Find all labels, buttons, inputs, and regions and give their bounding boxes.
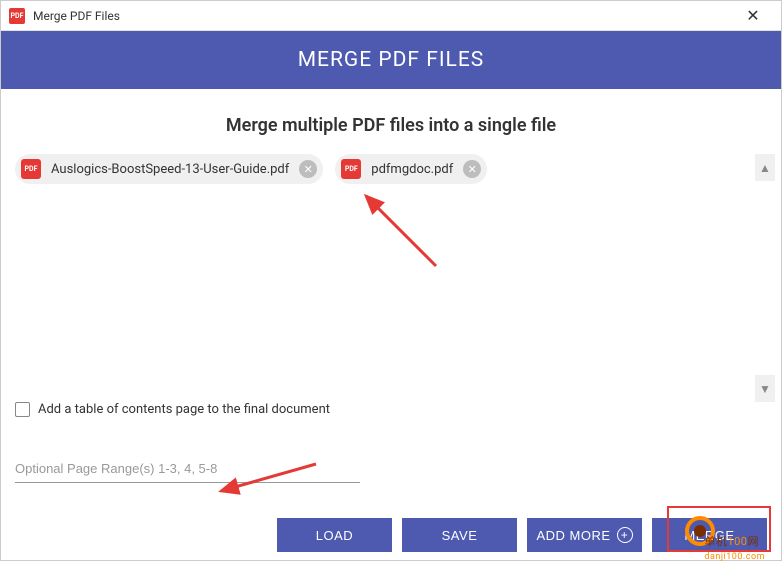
pdf-icon: PDF [21,159,41,179]
load-button[interactable]: LOAD [277,518,392,552]
file-chip-label: pdfmgdoc.pdf [371,162,453,177]
close-button[interactable]: ✕ [733,1,773,31]
file-chip-label: Auslogics-BoostSpeed-13-User-Guide.pdf [51,162,289,177]
move-up-button[interactable]: ▲ [755,154,775,181]
titlebar: PDF Merge PDF Files ✕ [1,1,781,31]
toc-option-row: Add a table of contents page to the fina… [1,402,781,417]
toc-checkbox-label: Add a table of contents page to the fina… [38,402,330,417]
remove-file-icon[interactable]: ✕ [299,160,317,178]
merge-button[interactable]: MERGE [652,518,767,552]
page-range-input[interactable] [15,455,360,483]
remove-file-icon[interactable]: ✕ [463,160,481,178]
toc-checkbox[interactable] [15,402,30,417]
save-button[interactable]: SAVE [402,518,517,552]
page-subtitle: Merge multiple PDF files into a single f… [1,89,781,154]
pdf-icon: PDF [341,159,361,179]
plus-icon: + [617,527,633,543]
banner-title: MERGE PDF FILES [1,31,781,89]
app-pdf-icon: PDF [9,8,25,24]
file-list-area: PDF Auslogics-BoostSpeed-13-User-Guide.p… [1,154,781,402]
file-chip[interactable]: PDF pdfmgdoc.pdf ✕ [335,154,487,184]
add-more-label: ADD MORE [536,528,610,543]
add-more-button[interactable]: ADD MORE + [527,518,642,552]
move-down-button[interactable]: ▼ [755,375,775,402]
file-chip[interactable]: PDF Auslogics-BoostSpeed-13-User-Guide.p… [15,154,323,184]
window-title: Merge PDF Files [33,9,733,23]
action-button-row: LOAD SAVE ADD MORE + MERGE [277,518,767,552]
